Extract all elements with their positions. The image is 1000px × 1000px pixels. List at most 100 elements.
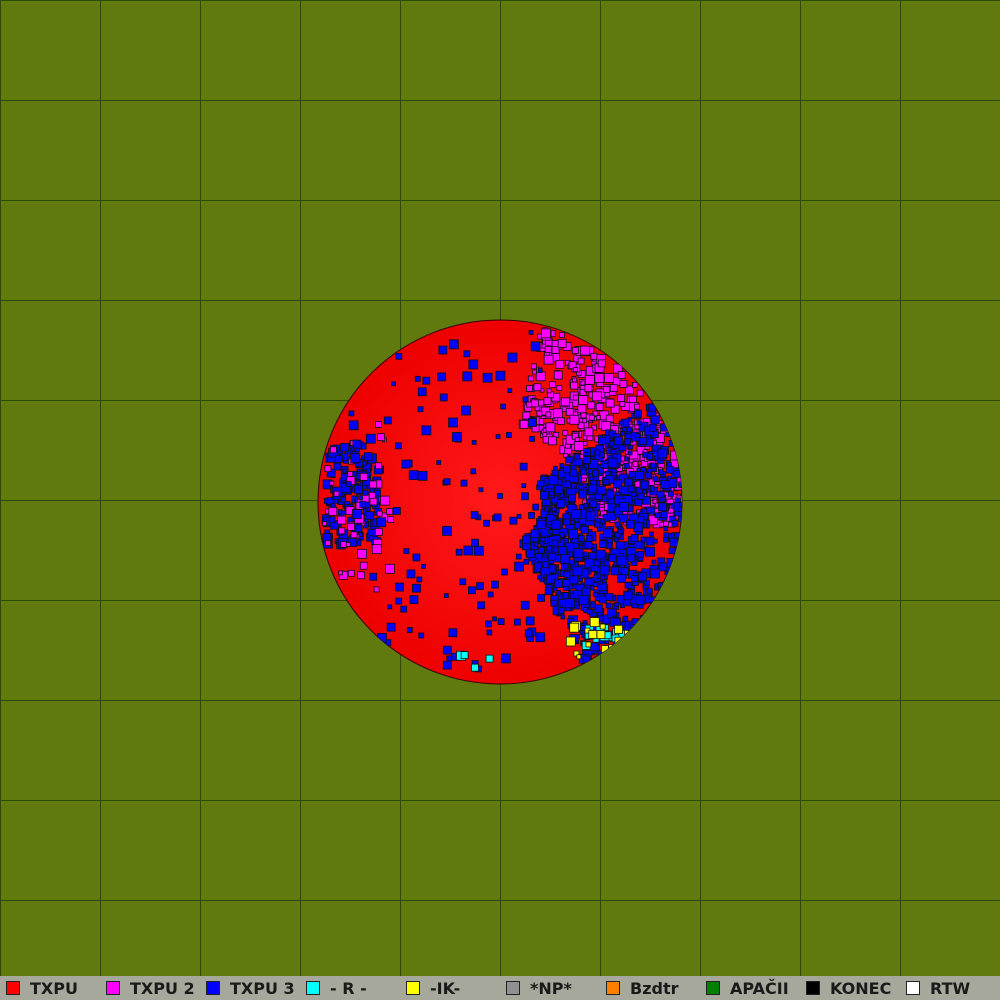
territory-cell (337, 515, 347, 525)
territory-cell (605, 593, 614, 601)
territory-cell (614, 636, 622, 644)
territory-cell (354, 524, 363, 533)
territory-cell (662, 520, 669, 527)
territory-cell (359, 561, 368, 570)
territory-cell (527, 418, 537, 427)
territory-cell (345, 481, 352, 487)
territory-cell (538, 546, 545, 554)
territory-cell (340, 496, 347, 503)
territory-cell (461, 405, 471, 416)
territory-cell (595, 415, 601, 420)
territory-cell (495, 370, 506, 381)
territory-cell (525, 549, 535, 559)
territory-cell (417, 470, 428, 481)
territory-cell (569, 622, 580, 633)
territory-cell (373, 586, 380, 593)
territory-cell (577, 357, 585, 365)
territory-cell (451, 432, 462, 442)
territory-cell (383, 416, 392, 425)
territory-cell (594, 449, 601, 456)
territory-cell (354, 484, 363, 494)
territory-cell (671, 519, 679, 527)
territory-cluster[interactable] (0, 0, 1000, 976)
territory-cell (359, 472, 368, 481)
territory-cell (578, 395, 588, 405)
territory-cell (546, 388, 552, 394)
territory-cell (549, 490, 555, 496)
territory-cell (536, 410, 543, 417)
territory-cell (516, 513, 522, 519)
territory-cell (422, 376, 431, 385)
territory-cell (573, 367, 578, 372)
territory-cell (448, 417, 458, 428)
territory-cell (509, 516, 518, 525)
territory-cell (580, 380, 586, 386)
territory-cell (387, 604, 393, 610)
territory-cell (649, 462, 656, 469)
territory-cell (588, 630, 598, 639)
territory-cell (375, 421, 383, 428)
territory-cell (459, 578, 467, 586)
territory-cell (570, 520, 575, 526)
territory-cell (648, 423, 657, 432)
territory-cell (412, 553, 421, 562)
territory-cell (386, 622, 396, 632)
territory-cell (597, 359, 606, 368)
territory-cell (380, 495, 390, 506)
territory-cell (588, 484, 598, 494)
territory-cell (635, 594, 646, 605)
territory-cell (482, 372, 493, 383)
territory-cell (361, 460, 367, 466)
territory-cell (442, 660, 452, 670)
territory-cell (635, 433, 640, 438)
territory-cell (522, 535, 531, 545)
territory-cell (551, 539, 559, 547)
territory-cell (325, 540, 332, 546)
territory-cell (591, 391, 602, 402)
territory-cell (634, 498, 643, 507)
territory-cell (580, 412, 587, 419)
territory-cell (622, 615, 629, 622)
territory-cell (463, 350, 471, 358)
territory-cell (544, 506, 549, 512)
territory-cell (657, 469, 664, 475)
territory-cell (667, 490, 674, 497)
territory-cell (617, 371, 626, 379)
territory-cell (556, 499, 566, 509)
territory-cell (585, 641, 592, 648)
territory-cell (530, 529, 540, 539)
territory-cell (599, 623, 606, 630)
territory-cell (528, 330, 534, 335)
territory-cell (526, 401, 533, 408)
territory-cell (470, 468, 477, 475)
territory-cell (591, 547, 597, 553)
territory-cell (473, 545, 484, 556)
legend-swatch (106, 981, 120, 995)
territory-cell (562, 429, 569, 436)
territory-cell (604, 373, 614, 383)
territory-cell (330, 502, 336, 508)
territory-cell (573, 542, 579, 549)
legend-bar: TXPU TXPU 2 TXPU 3 - R - -IK- *NP* Bzdtr… (0, 976, 1000, 1000)
galaxy-map[interactable] (0, 0, 1000, 976)
territory-cell (414, 375, 421, 382)
territory-cell (605, 398, 615, 408)
territory-cell (515, 553, 522, 560)
territory-cell (395, 582, 404, 592)
territory-cell (666, 557, 677, 568)
territory-cell (669, 537, 679, 547)
territory-cell (485, 654, 494, 663)
territory-cell (548, 529, 554, 535)
territory-cell (582, 448, 588, 454)
territory-cell (584, 427, 594, 437)
territory-cell (357, 571, 365, 580)
legend-swatch (706, 981, 720, 995)
territory-cell (637, 492, 645, 500)
territory-cell (587, 401, 596, 410)
territory-cell (328, 516, 336, 524)
territory-cell (338, 570, 343, 576)
territory-cell (614, 602, 620, 607)
territory-cell (416, 576, 423, 583)
territory-cell (484, 620, 492, 628)
territory-cell (590, 352, 598, 360)
